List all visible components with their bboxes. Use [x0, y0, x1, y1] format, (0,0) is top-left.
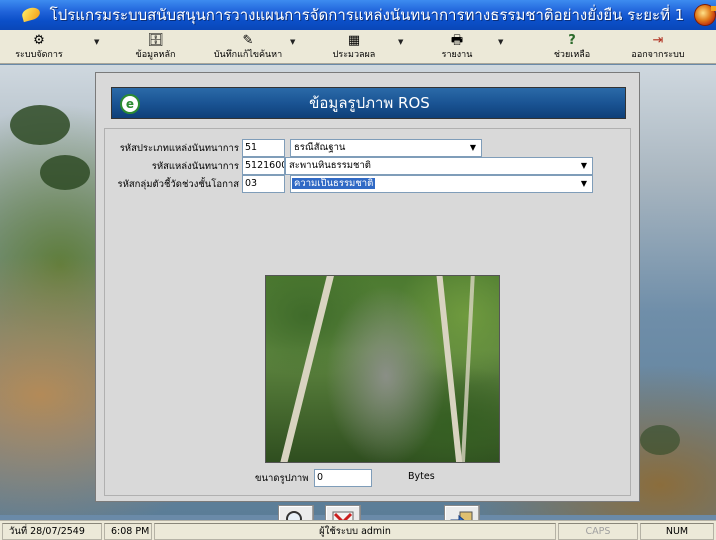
menu-logout[interactable]: ⇥ ออกจากระบบ: [618, 30, 698, 64]
image-size-unit: Bytes: [408, 471, 435, 482]
menu-dropdown-4[interactable]: ▼: [492, 30, 514, 64]
status-num: NUM: [640, 523, 714, 540]
status-bar: วันที่ 28/07/2549 6:08 PM ผู้ใช้ระบบ adm…: [0, 520, 716, 540]
chevron-down-icon[interactable]: ▼: [290, 38, 295, 46]
ros-image-form-window: e ข้อมูลรูปภาพ ROS รหัสประเภทแหล่งนันทนา…: [95, 72, 640, 537]
site-photo: [265, 275, 500, 463]
window-title: โปรแกรมระบบสนับสนุนการวางแผนการจัดการแหล…: [49, 6, 685, 24]
menu-main-data[interactable]: 🗄 ข้อมูลหลัก: [103, 30, 208, 64]
app-leaf-icon: [20, 5, 42, 24]
chevron-down-icon[interactable]: ▼: [94, 38, 99, 46]
status-date: วันที่ 28/07/2549: [2, 523, 102, 540]
system-admin-icon: ⚙: [33, 33, 45, 48]
menu-report[interactable]: 🖶 รายงาน: [422, 30, 492, 64]
indicator-group-code-input[interactable]: 03: [242, 175, 285, 193]
form-title: ข้อมูลรูปภาพ ROS: [309, 94, 430, 112]
menu-dropdown-3[interactable]: ▼: [394, 30, 414, 64]
title-bar-edge-marker: [711, 6, 716, 11]
field-label-site-code: รหัสแหล่งนันทนาการ: [151, 161, 239, 172]
menu-label: ช่วยเหลือ: [553, 50, 591, 60]
form-body: รหัสประเภทแหล่งนันทนาการ 51 ธรณีสัณฐาน ▼…: [104, 128, 631, 537]
menu-label: ออกจากระบบ: [631, 50, 685, 60]
process-icon: ▦: [347, 33, 361, 48]
select-value: ธรณีสัณฐาน: [294, 142, 346, 153]
field-label-indicator-group: รหัสกลุ่มตัวชี้วัดช่วงชั้นโอกาส: [117, 179, 239, 190]
menu-label: ระบบจัดการ: [15, 50, 63, 60]
chevron-down-icon[interactable]: ▼: [576, 176, 592, 192]
chevron-down-icon[interactable]: ▼: [498, 38, 503, 46]
site-code-input[interactable]: 51216000: [242, 157, 285, 175]
report-icon: 🖶: [450, 33, 464, 48]
record-edit-icon: ✎: [242, 33, 254, 48]
status-caps: CAPS: [558, 523, 638, 540]
form-header: e ข้อมูลรูปภาพ ROS: [111, 87, 626, 119]
menu-label: บันทึกแก้ไขค้นหา: [213, 50, 283, 60]
indicator-group-select[interactable]: ความเป็นธรรมชาติ ▼: [290, 175, 593, 193]
menu-label: ประมวลผล: [332, 50, 376, 60]
status-time: 6:08 PM: [104, 523, 152, 540]
field-label-type-code: รหัสประเภทแหล่งนันทนาการ: [119, 143, 239, 154]
title-bar: โปรแกรมระบบสนับสนุนการวางแผนการจัดการแหล…: [0, 0, 716, 30]
select-value: สะพานหินธรรมชาติ: [289, 160, 371, 171]
chevron-down-icon[interactable]: ▼: [398, 38, 403, 46]
status-user: ผู้ใช้ระบบ admin: [154, 523, 556, 540]
type-select[interactable]: ธรณีสัณฐาน ▼: [290, 139, 482, 157]
chevron-down-icon[interactable]: ▼: [576, 158, 592, 174]
select-value: ความเป็นธรรมชาติ: [292, 178, 376, 189]
main-toolbar: ⚙ ระบบจัดการ ▼ 🗄 ข้อมูลหลัก ✎ บันทึกแก้ไ…: [0, 30, 716, 64]
type-code-input[interactable]: 51: [242, 139, 285, 157]
image-size-input[interactable]: 0: [314, 469, 372, 487]
menu-label: ข้อมูลหลัก: [135, 50, 176, 60]
menu-process[interactable]: ▦ ประมวลผล: [314, 30, 394, 64]
menu-help[interactable]: ? ช่วยเหลือ: [532, 30, 612, 64]
menu-label: รายงาน: [441, 50, 473, 60]
chevron-down-icon[interactable]: ▼: [465, 140, 481, 156]
logout-icon: ⇥: [652, 33, 664, 48]
main-data-icon: 🗄: [147, 33, 164, 48]
menu-system-admin[interactable]: ⚙ ระบบจัดการ ▼: [0, 30, 99, 64]
menu-dropdown-2[interactable]: ▼: [288, 30, 308, 64]
image-size-label: ขนาดรูปภาพ: [255, 473, 309, 484]
site-select[interactable]: สะพานหินธรรมชาติ ▼: [285, 157, 593, 175]
menu-record-edit-search[interactable]: ✎ บันทึกแก้ไขค้นหา: [208, 30, 288, 64]
help-icon: ?: [568, 33, 576, 48]
